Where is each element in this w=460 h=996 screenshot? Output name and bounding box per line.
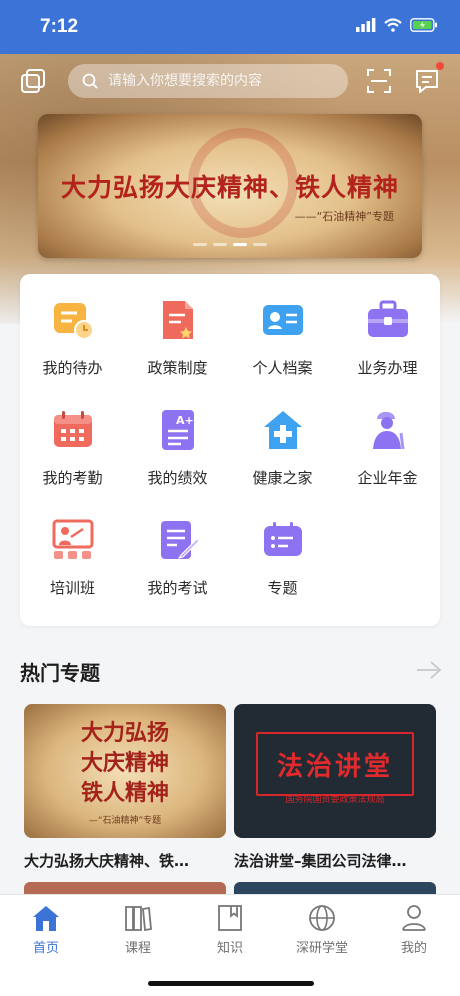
message-icon[interactable] — [412, 62, 444, 96]
app-screen: 7:12 大力弘扬大庆精神、铁人精神 ——“石油精神”专题 — [0, 0, 460, 996]
topic-icon — [259, 516, 307, 563]
topic-card-image-title: 大力弘扬 大庆精神 铁人精神 — [80, 720, 169, 806]
pension-icon — [364, 406, 412, 453]
battery-icon — [410, 18, 437, 32]
tab-label: 知识 — [216, 941, 243, 956]
books-icon — [123, 903, 153, 933]
feature-grid-card: 我的待办 政策制度 个人档案 业务办理 我的考勤 A+ 我的绩效 健康之家 企业… — [20, 274, 440, 626]
book-icon — [215, 903, 245, 933]
status-icons — [356, 18, 438, 32]
grid-item-training[interactable]: 培训班 — [20, 516, 125, 598]
grid-item-label: 我的绩效 — [147, 469, 208, 487]
health-house-icon — [259, 406, 307, 453]
training-icon — [49, 516, 97, 563]
grid-item-performance[interactable]: A+ 我的绩效 — [125, 406, 230, 488]
grid-item-policy[interactable]: 政策制度 — [125, 296, 230, 378]
signal-icon — [356, 18, 376, 32]
tab-label: 深研学堂 — [295, 941, 348, 956]
todo-icon — [49, 296, 97, 343]
topic-card-peek — [234, 882, 436, 894]
tab-home[interactable]: 首页 — [0, 895, 92, 957]
grid-item-todo[interactable]: 我的待办 — [20, 296, 125, 378]
tab-courses[interactable]: 课程 — [92, 895, 184, 957]
grid-item-label: 健康之家 — [252, 469, 313, 487]
banner-carousel[interactable]: 大力弘扬大庆精神、铁人精神 ——“石油精神”专题 — [38, 114, 422, 258]
tab-label: 首页 — [32, 941, 59, 956]
exam-icon — [154, 516, 202, 563]
topic-card-image-subtitle: 国务院国资委政策法规局 — [285, 795, 385, 805]
topic-card-image-subtitle: —“石油精神”专题 — [88, 816, 162, 826]
topic-card-caption[interactable]: 法治讲堂–集团公司法律… — [234, 850, 438, 871]
home-icon — [31, 903, 61, 933]
grid-item-profile[interactable]: 个人档案 — [230, 296, 335, 378]
status-bar: 7:12 — [0, 0, 460, 54]
feature-grid: 我的待办 政策制度 个人档案 业务办理 我的考勤 A+ 我的绩效 健康之家 企业… — [20, 296, 440, 598]
notification-dot — [436, 62, 444, 70]
tab-label: 课程 — [124, 941, 151, 956]
carousel-dot-active[interactable] — [233, 243, 247, 246]
carousel-indicator — [38, 243, 422, 246]
banner-subtitle: ——“石油精神”专题 — [294, 210, 394, 223]
performance-icon: A+ — [154, 406, 202, 453]
grid-item-label: 政策制度 — [147, 359, 208, 377]
tab-research-academy[interactable]: 深研学堂 — [276, 895, 368, 957]
policy-icon — [154, 296, 202, 343]
grid-item-label: 我的考试 — [147, 579, 208, 597]
grid-item-topic[interactable]: 专题 — [230, 516, 335, 598]
bottom-tab-bar: 首页 课程 知识 深研学堂 我的 — [0, 894, 460, 996]
search-input[interactable] — [108, 73, 328, 89]
grid-item-label: 我的待办 — [42, 359, 103, 377]
briefcase-icon — [364, 296, 412, 343]
topic-card-caption[interactable]: 大力弘扬大庆精神、铁… — [24, 850, 228, 871]
topic-card-image-title: 法治讲堂 — [276, 752, 393, 782]
profile-card-icon — [259, 296, 307, 343]
grid-item-pension[interactable]: 企业年金 — [335, 406, 440, 488]
grid-item-label: 企业年金 — [357, 469, 418, 487]
home-indicator[interactable] — [148, 981, 314, 986]
switch-icon[interactable] — [18, 66, 48, 96]
scan-icon[interactable] — [364, 66, 394, 96]
tab-label: 我的 — [400, 941, 427, 956]
top-bar — [0, 62, 460, 102]
tab-knowledge[interactable]: 知识 — [184, 895, 276, 957]
topic-card-image[interactable]: 法治讲堂 国务院国资委政策法规局 — [234, 704, 436, 838]
globe-icon — [307, 903, 337, 933]
grid-item-label: 专题 — [267, 579, 298, 597]
carousel-dot[interactable] — [213, 243, 227, 246]
grid-item-attendance[interactable]: 我的考勤 — [20, 406, 125, 488]
person-icon — [399, 903, 429, 933]
grid-item-business[interactable]: 业务办理 — [335, 296, 440, 378]
grid-item-label: 业务办理 — [357, 359, 418, 377]
search-icon — [82, 73, 98, 89]
grid-item-exam[interactable]: 我的考试 — [125, 516, 230, 598]
grid-item-label: 我的考勤 — [42, 469, 103, 487]
calendar-icon — [49, 406, 97, 453]
carousel-dot[interactable] — [193, 243, 207, 246]
carousel-dot[interactable] — [253, 243, 267, 246]
grid-item-health[interactable]: 健康之家 — [230, 406, 335, 488]
svg-text:A+: A+ — [176, 414, 194, 427]
search-bar[interactable] — [68, 64, 348, 98]
grid-item-label: 培训班 — [49, 579, 95, 597]
tab-mine[interactable]: 我的 — [368, 895, 460, 957]
arrow-right-icon[interactable] — [416, 660, 442, 680]
status-time: 7:12 — [40, 16, 79, 37]
hot-topics-title: 热门专题 — [20, 661, 100, 685]
wifi-icon — [384, 18, 402, 32]
grid-item-label: 个人档案 — [252, 359, 313, 377]
banner-title: 大力弘扬大庆精神、铁人精神 — [60, 173, 399, 202]
topic-card-peek — [24, 882, 226, 894]
topic-card-image[interactable]: 大力弘扬 大庆精神 铁人精神 —“石油精神”专题 — [24, 704, 226, 838]
